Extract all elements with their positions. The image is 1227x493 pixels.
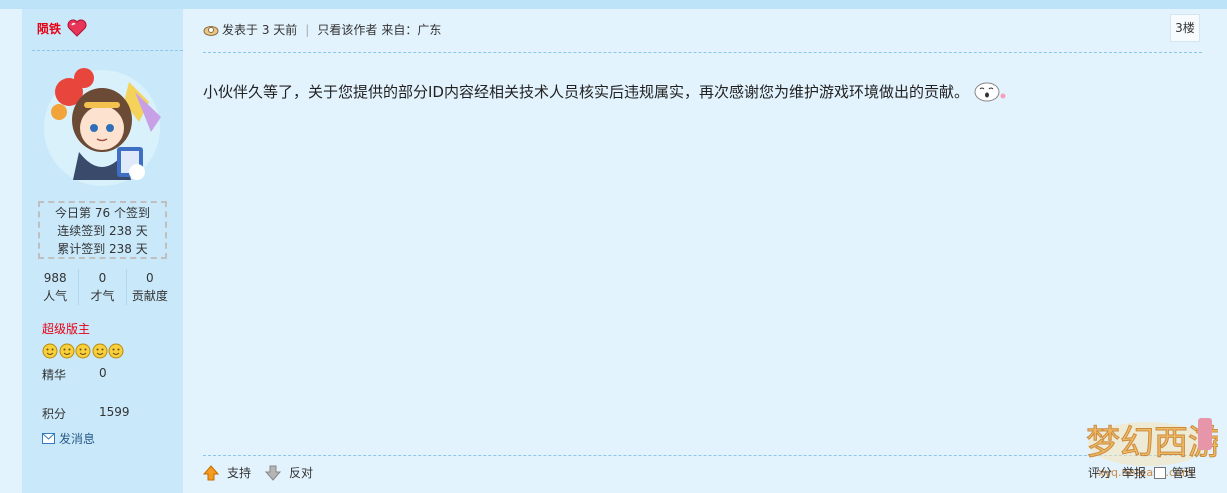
author-row: 陨铁 (37, 19, 87, 37)
smiley-icon (75, 343, 91, 359)
emoticon-icon (974, 82, 1006, 102)
stat-label: 才气 (90, 289, 115, 303)
thumb-down-icon (265, 465, 282, 481)
smiley-icon (42, 343, 58, 359)
jinghua-row: 精华 0 (42, 366, 107, 383)
stat-value: 988 (43, 271, 67, 285)
smiley-icon (59, 343, 74, 359)
heart-icon (67, 19, 87, 37)
checkin-total: 累计签到 238 天 (57, 242, 148, 256)
author-sidebar: 陨铁 今日第 76 个签到 连续签到 238 天 累计签到 238 天 988 … (22, 9, 183, 493)
checkin-streak: 连续签到 238 天 (57, 224, 148, 238)
only-author-link[interactable]: 只看该作者 (317, 21, 377, 38)
mail-icon (42, 433, 55, 444)
rate-link[interactable]: 评分 (1088, 464, 1112, 481)
manage-link[interactable]: 管理 (1172, 464, 1196, 481)
jinghua-label: 精华 (42, 368, 67, 382)
oppose-label[interactable]: 反对 (289, 464, 313, 481)
send-message-link[interactable]: 发消息 (42, 430, 95, 447)
support-button[interactable]: 支持 (203, 464, 251, 481)
clock-icon (203, 25, 219, 36)
smiley-icon (92, 343, 107, 359)
jifen-row: 积分 1599 (42, 405, 130, 422)
stat-value: 0 (146, 271, 154, 285)
support-label[interactable]: 支持 (227, 464, 251, 481)
rank-stars (42, 343, 125, 359)
meta-separator: | (305, 22, 310, 37)
stats: 988 人气 0 才气 0 贡献度 (32, 269, 173, 305)
post-meta: 发表于 3 天前 | 只看该作者 来自：广东 (203, 21, 441, 38)
avatar[interactable] (39, 62, 165, 190)
manage-checkbox[interactable] (1154, 466, 1167, 479)
jifen-label: 积分 (42, 407, 67, 421)
stat-talent: 0 才气 (78, 269, 125, 305)
user-rank: 超级版主 (42, 322, 91, 336)
report-link[interactable]: 举报 (1122, 464, 1146, 481)
floor-number[interactable]: 3楼 (1170, 14, 1200, 42)
stat-value: 0 (98, 271, 107, 285)
post-time: 发表于 3 天前 (222, 23, 298, 37)
checkin-box: 今日第 76 个签到 连续签到 238 天 累计签到 238 天 (38, 201, 167, 259)
send-message-label[interactable]: 发消息 (59, 430, 95, 447)
jinghua-value: 0 (99, 366, 107, 380)
stat-popularity: 988 人气 (32, 269, 78, 305)
author-name[interactable]: 陨铁 (37, 20, 61, 37)
stat-label: 贡献度 (131, 289, 168, 303)
sidebar-divider (32, 50, 183, 51)
smiley-icon (108, 343, 124, 359)
post-tools: 评分 举报 管理 (1088, 464, 1196, 481)
oppose-button[interactable]: 反对 (265, 464, 313, 481)
top-strip (0, 0, 1227, 9)
post-content: 小伙伴久等了，关于您提供的部分ID内容经相关技术人员核实后违规属实，再次感谢您为… (203, 80, 1007, 102)
stat-contribution: 0 贡献度 (125, 269, 173, 305)
checkin-today: 今日第 76 个签到 (55, 206, 150, 220)
post-location: 来自：广东 (381, 23, 442, 37)
post-main: 发表于 3 天前 | 只看该作者 来自：广东 3楼 小伙伴久等了，关于您提供的部… (183, 9, 1227, 493)
jifen-value: 1599 (99, 405, 130, 419)
vote-actions: 支持 反对 (203, 464, 327, 481)
post-text: 小伙伴久等了，关于您提供的部分ID内容经相关技术人员核实后违规属实，再次感谢您为… (203, 82, 969, 101)
meta-divider (203, 52, 1202, 53)
stat-label: 人气 (43, 289, 68, 303)
bottom-divider (203, 455, 1202, 456)
thumb-up-icon (203, 464, 219, 480)
